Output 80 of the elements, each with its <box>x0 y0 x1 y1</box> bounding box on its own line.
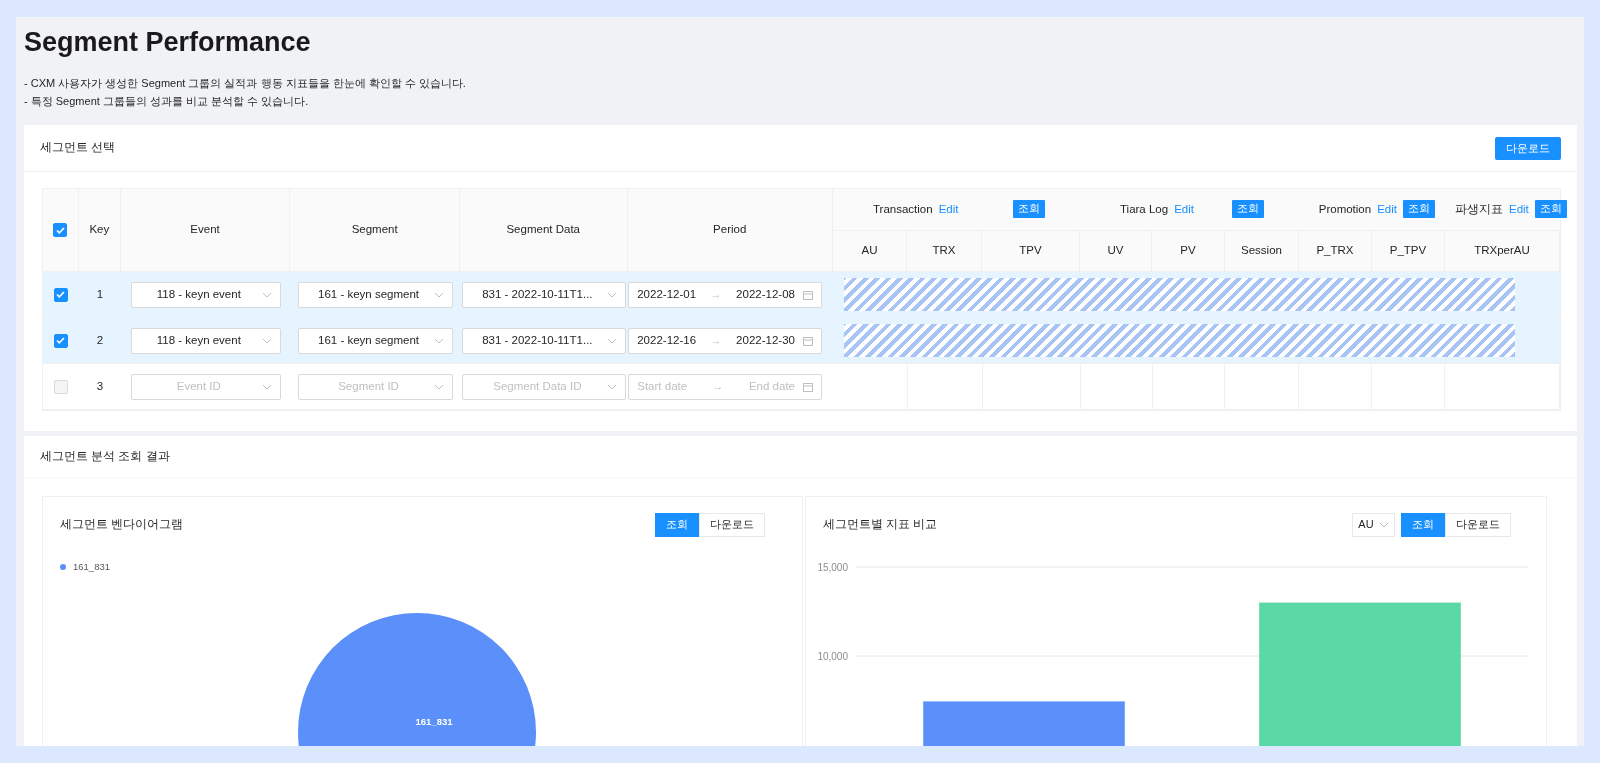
query-button[interactable]: 조회 <box>1534 200 1567 219</box>
date-range-field[interactable]: 2022-12-16 → 2022-12-30 <box>628 327 822 354</box>
group-header: Promotion <box>1318 201 1372 217</box>
arrow-text: → <box>710 333 722 349</box>
chevron-down-icon <box>261 337 272 344</box>
checkbox[interactable] <box>53 223 68 237</box>
event-select[interactable]: 118 - keyn event <box>130 281 281 308</box>
event-select[interactable]: Event ID <box>130 373 281 400</box>
group-header: Tiara Log <box>1120 201 1169 217</box>
event-select[interactable]: 118 - keyn event <box>130 327 281 354</box>
group-header: Transaction <box>873 201 933 217</box>
chevron-down-icon <box>261 291 272 298</box>
page-title: Segment Performance <box>24 26 312 58</box>
metric-select[interactable]: AU <box>1352 512 1395 537</box>
calendar-icon <box>802 335 813 346</box>
chevron-down-icon <box>607 291 618 298</box>
column-header: P_TRX <box>1316 243 1354 259</box>
calendar-icon <box>803 381 813 392</box>
column-header: TRXperAU <box>1474 243 1530 259</box>
segmented-button[interactable]: 다운로드 <box>699 512 765 537</box>
query-button[interactable]: 조회 <box>1232 200 1264 219</box>
description-text: - CXM 사용자가 생성한 Segment 그룹의 실적과 행동 지표들을 한눈에 확인할 수 있습니다. <box>24 77 467 90</box>
chevron-down-icon <box>1378 521 1389 528</box>
chevron-down-icon <box>261 383 272 390</box>
arrow-text: → <box>710 287 722 303</box>
segment-select[interactable]: 161 - keyn segment <box>297 281 454 308</box>
chevron-down-icon <box>434 383 445 390</box>
column-header: TRX <box>932 243 956 259</box>
download-button[interactable]: 다운로드 <box>1495 136 1561 160</box>
column-header: AU <box>861 243 878 259</box>
date-range-field[interactable]: 2022-12-01 → 2022-12-08 <box>628 281 822 308</box>
description-text: - 특정 Segment 그룹들의 성과를 비교 분석할 수 있습니다. <box>24 95 310 108</box>
column-header: TPV <box>1019 243 1042 259</box>
y-tick-label: 10,000 <box>817 650 848 662</box>
edit-link[interactable]: Edit <box>1174 200 1194 218</box>
column-header: Period <box>713 222 747 238</box>
segmented-button[interactable]: 조회 <box>655 512 699 537</box>
column-header: Session <box>1241 243 1282 259</box>
chevron-down-icon <box>434 291 445 298</box>
panel-title: 세그먼트 벤다이어그램 <box>60 516 184 532</box>
chevron-down-icon <box>607 383 618 390</box>
card-title: 세그먼트 분석 조회 결과 <box>40 448 170 464</box>
query-button[interactable]: 조회 <box>1013 200 1045 219</box>
edit-link[interactable]: Edit <box>1509 200 1529 218</box>
column-header: PV <box>1180 243 1196 259</box>
segment-select[interactable]: Segment ID <box>297 373 454 400</box>
segmented-button[interactable]: 다운로드 <box>1445 512 1511 537</box>
card-title: 세그먼트 선택 <box>40 140 116 156</box>
circle-label: 161_831 <box>415 716 453 728</box>
panel-title: 세그먼트별 지표 비교 <box>823 516 938 532</box>
chevron-down-icon <box>434 337 445 344</box>
key-text: 3 <box>96 378 104 394</box>
check-icon <box>56 291 66 298</box>
edit-link[interactable]: Edit <box>938 200 959 218</box>
segment-data-select[interactable]: 831 - 2022-10-11T1... <box>462 327 627 354</box>
column-header: P_TPV <box>1389 243 1427 259</box>
key-text: 1 <box>96 286 104 302</box>
legend-label: 161_831 <box>73 560 110 574</box>
check-icon <box>56 337 66 344</box>
group-header: 파생지표 <box>1455 201 1503 217</box>
key-text: 2 <box>96 332 104 348</box>
checkbox[interactable] <box>53 287 68 302</box>
column-header: UV <box>1107 243 1124 259</box>
segmented-button[interactable]: 조회 <box>1401 512 1445 537</box>
check-icon <box>55 226 65 234</box>
column-header: Segment <box>351 222 398 238</box>
segment-select[interactable]: 161 - keyn segment <box>297 327 454 354</box>
segment-data-select[interactable]: Segment Data ID <box>462 373 627 400</box>
y-tick-label: 15,000 <box>817 561 848 573</box>
column-header: Segment Data <box>506 222 580 238</box>
query-button[interactable]: 조회 <box>1403 200 1435 219</box>
chevron-down-icon <box>607 337 618 344</box>
arrow-text: → <box>712 379 724 395</box>
column-header: Event <box>190 222 220 238</box>
segment-data-select[interactable]: 831 - 2022-10-11T1... <box>462 281 627 308</box>
checkbox[interactable] <box>53 333 68 348</box>
edit-link[interactable]: Edit <box>1377 200 1397 218</box>
date-range-field[interactable]: Start date → End date <box>628 373 822 400</box>
column-header: Key <box>89 222 110 238</box>
calendar-icon <box>802 289 813 300</box>
